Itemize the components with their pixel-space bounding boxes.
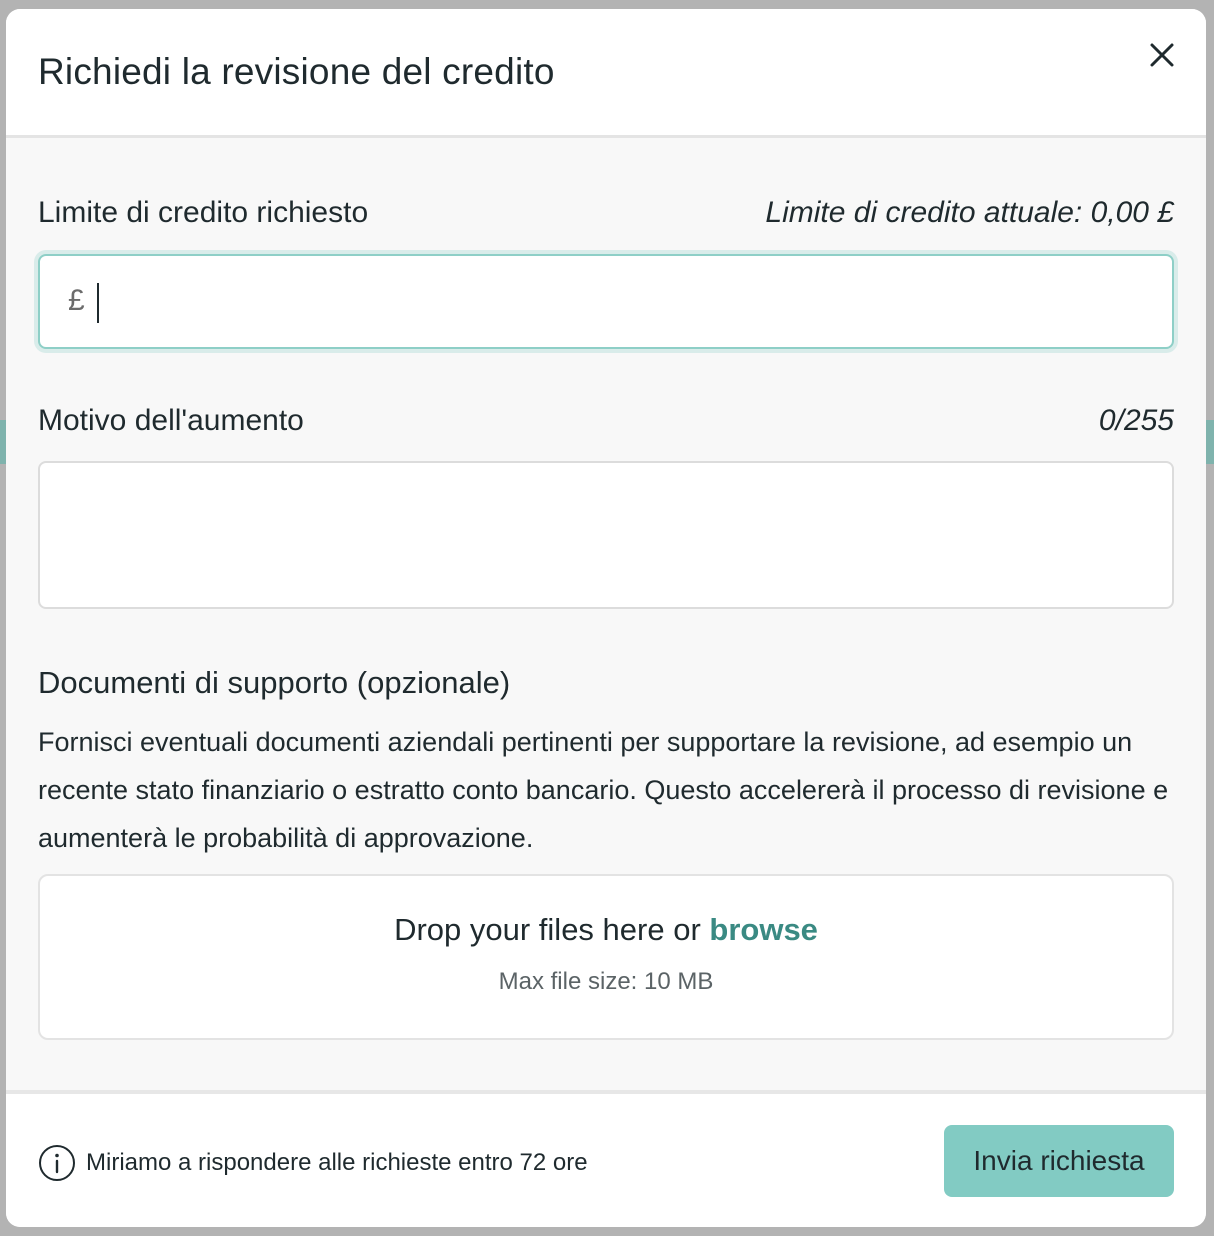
- credit-limit-label: Limite di credito richiesto: [38, 196, 369, 229]
- browse-link[interactable]: browse: [709, 912, 818, 947]
- backdrop-accent-right: [1206, 420, 1214, 464]
- credit-limit-label-row: Limite di credito richiesto Limite di cr…: [38, 196, 1174, 230]
- submit-request-button[interactable]: Invia richiesta: [944, 1125, 1174, 1197]
- modal-header: Richiedi la revisione del credito: [6, 9, 1206, 138]
- drop-instructions: Drop your files here or browse: [40, 912, 1172, 948]
- close-button[interactable]: [1146, 39, 1178, 71]
- reason-label-row: Motivo dell'aumento 0/255: [38, 404, 1174, 438]
- close-icon: [1150, 43, 1174, 67]
- credit-review-modal: Richiedi la revisione del credito Limite…: [6, 9, 1206, 1227]
- current-credit-limit: Limite di credito attuale: 0,00 £: [765, 196, 1174, 229]
- reason-label: Motivo dell'aumento: [38, 404, 304, 437]
- documents-title: Documenti di supporto (opzionale): [38, 665, 511, 700]
- credit-limit-field[interactable]: £: [38, 254, 1174, 349]
- reason-char-counter: 0/255: [1098, 404, 1174, 437]
- modal-footer: Miriamo a rispondere alle richieste entr…: [6, 1090, 1206, 1227]
- currency-symbol: £: [68, 284, 85, 317]
- drop-text: Drop your files here or: [394, 912, 701, 947]
- documents-description: Fornisci eventuali documenti aziendali p…: [38, 727, 1169, 853]
- reason-textarea[interactable]: [38, 461, 1174, 609]
- modal-title: Richiedi la revisione del credito: [38, 51, 555, 92]
- info-icon: [39, 1145, 75, 1181]
- credit-limit-input[interactable]: [102, 276, 1142, 330]
- text-caret: [97, 283, 99, 323]
- max-file-size: Max file size: 10 MB: [498, 968, 714, 995]
- file-dropzone[interactable]: Drop your files here or browse Max file …: [38, 874, 1174, 1040]
- response-time-info: Miriamo a rispondere alle richieste entr…: [38, 1144, 588, 1182]
- response-time-text: Miriamo a rispondere alle richieste entr…: [86, 1149, 588, 1176]
